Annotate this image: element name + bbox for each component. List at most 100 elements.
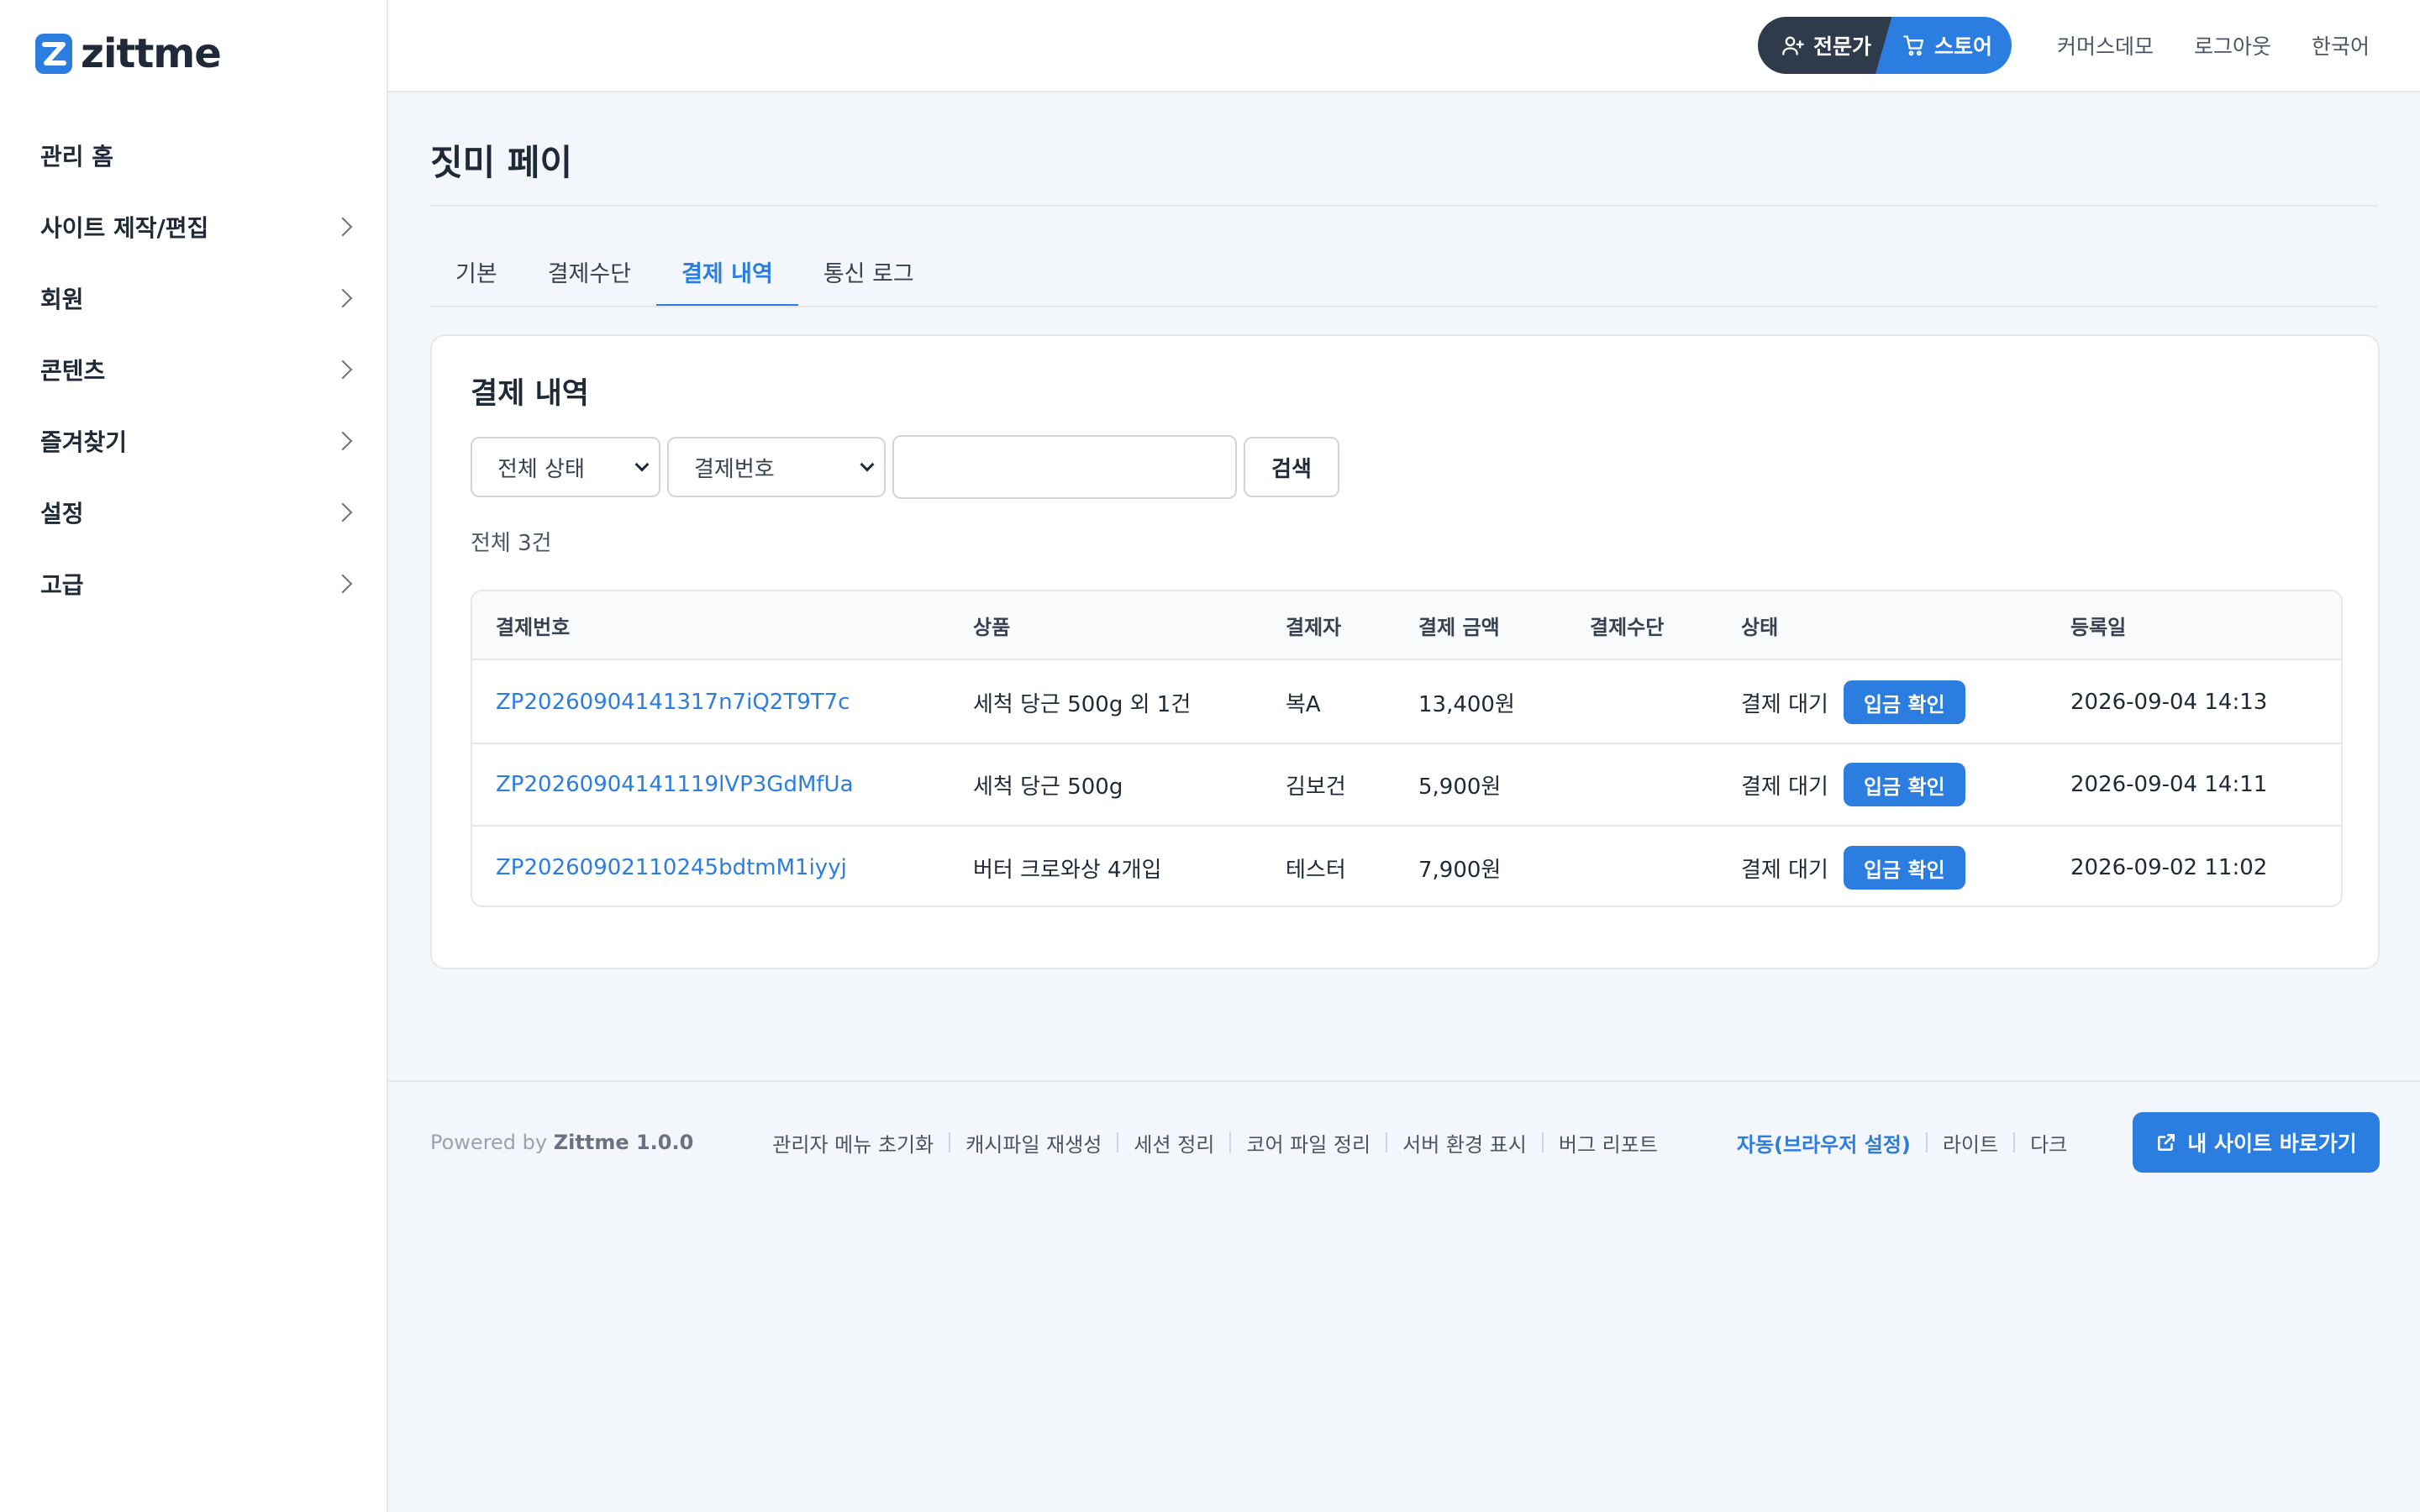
logout-link[interactable]: 로그아웃 xyxy=(2194,30,2271,60)
chevron-right-icon xyxy=(333,431,353,450)
expert-mode-button[interactable]: 전문가 xyxy=(1758,17,1892,74)
sidebar-item-label: 고급 xyxy=(40,570,84,599)
column-header[interactable]: 상품 xyxy=(973,591,1010,659)
visit-site-button[interactable]: 내 사이트 바로가기 xyxy=(2133,1112,2380,1173)
version-label: Zittme 1.0.0 xyxy=(553,1131,694,1154)
mode-toggle[interactable]: 전문가 스토어 xyxy=(1758,17,2012,74)
search-field-select-value: 결제번호 xyxy=(694,456,775,482)
visit-site-label: 내 사이트 바로가기 xyxy=(2187,1131,2357,1156)
sidebar-item-label: 설정 xyxy=(40,499,84,528)
footer-link[interactable]: 세션 정리 xyxy=(1134,1128,1214,1158)
confirm-deposit-button[interactable]: 입금 확인 xyxy=(1843,763,1965,806)
footer-links: 관리자 메뉴 초기화 캐시파일 재생성 세션 정리 코어 파일 정리 서버 환경 표시 버… xyxy=(772,1128,1658,1158)
page-title: 짓미 페이 xyxy=(430,142,573,183)
logo[interactable]: zittme xyxy=(34,30,222,77)
chevron-right-icon xyxy=(333,288,353,307)
search-button[interactable]: 검색 xyxy=(1244,437,1339,497)
chevron-right-icon xyxy=(333,360,353,379)
status-group: 결제 대기 입금 확인 xyxy=(1741,846,1965,890)
status-cell: 결제 대기 입금 확인 xyxy=(1741,662,1965,743)
theme-option[interactable]: 다크 xyxy=(2030,1128,2067,1158)
sidebar-item[interactable]: 즐겨찾기 xyxy=(0,405,387,476)
amount-cell: 5,900원 xyxy=(1418,774,1502,800)
search-input[interactable] xyxy=(892,435,1237,499)
tab[interactable]: 통신 로그 xyxy=(798,244,939,307)
confirm-deposit-button[interactable]: 입금 확인 xyxy=(1843,846,1965,890)
expert-mode-label: 전문가 xyxy=(1813,34,1872,59)
column-header[interactable]: 결제자 xyxy=(1286,591,1341,659)
payment-id-link[interactable]: ZP20260904141119lVP3GdMfUa xyxy=(496,772,854,797)
sidebar-item[interactable]: 설정 xyxy=(0,476,387,548)
payment-id-cell: ZP20260902110245bdtmM1iyyj xyxy=(496,827,847,906)
product-cell: 세척 당근 500g 외 1건 xyxy=(973,691,1192,717)
column-header[interactable]: 상태 xyxy=(1741,591,1778,659)
payment-id-link[interactable]: ZP20260904141317n7iQ2T9T7c xyxy=(496,690,850,715)
tab-bar: 기본 결제수단 결제 내역 통신 로그 xyxy=(430,244,939,307)
store-mode-button[interactable]: 스토어 xyxy=(1876,17,2012,74)
sidebar-item[interactable]: 고급 xyxy=(0,548,387,619)
user-plus-icon xyxy=(1782,36,1804,55)
footer-link[interactable]: 캐시파일 재생성 xyxy=(965,1128,1102,1158)
sidebar-item[interactable]: 회원 xyxy=(0,262,387,333)
sidebar-item[interactable]: 사이트 제작/편집 xyxy=(0,191,387,262)
filter-bar: 전체 상태 결제번호 검색 xyxy=(471,435,1339,499)
sidebar-item[interactable]: 관리 홈 xyxy=(0,119,387,191)
powered-by-prefix: Powered by xyxy=(430,1131,548,1154)
chevron-down-icon xyxy=(860,457,875,472)
theme-option[interactable]: 자동(브라우저 설정) xyxy=(1737,1128,1911,1158)
sidebar-item[interactable]: 콘텐츠 xyxy=(0,333,387,405)
sidebar: zittme 관리 홈사이트 제작/편집회원 콘텐츠즐겨찾기설정고급 xyxy=(0,0,388,1512)
commerce-demo-link[interactable]: 커머스데모 xyxy=(2057,30,2154,60)
sidebar-item-label: 즐겨찾기 xyxy=(40,428,128,456)
chevron-down-icon xyxy=(634,457,650,472)
table-row: ZP20260902110245bdtmM1iyyj 버터 크로와상 4개입 테스터… xyxy=(472,827,2341,906)
external-link-icon xyxy=(2158,1134,2175,1151)
product-cell: 세척 당근 500g xyxy=(973,774,1123,800)
table-row: ZP20260904141317n7iQ2T9T7c 세척 당근 500g 외 1… xyxy=(472,662,2341,744)
top-header: 전문가 스토어 커머스데모 로그아웃 한국어 xyxy=(388,0,2420,92)
footer-link[interactable]: 코어 파일 정리 xyxy=(1246,1128,1370,1158)
sidebar-item-label: 사이트 제작/편집 xyxy=(40,213,209,242)
divider xyxy=(1229,1132,1232,1152)
status-group: 결제 대기 입금 확인 xyxy=(1741,680,1965,724)
tab[interactable]: 결제 내역 xyxy=(656,244,798,307)
theme-option[interactable]: 라이트 xyxy=(1943,1128,1998,1158)
divider xyxy=(949,1132,951,1152)
status-text: 결제 대기 xyxy=(1741,774,1828,800)
status-cell: 결제 대기 입금 확인 xyxy=(1741,744,1965,825)
payer-cell: 복A xyxy=(1286,691,1321,717)
column-header[interactable]: 결제수단 xyxy=(1590,591,1664,659)
payer-cell: 김보건 xyxy=(1286,774,1346,800)
divider xyxy=(1925,1132,1928,1152)
theme-switcher: 자동(브라우저 설정) 라이트 다크 xyxy=(1737,1128,2067,1158)
status-select-value: 전체 상태 xyxy=(497,456,585,482)
confirm-deposit-button[interactable]: 입금 확인 xyxy=(1843,680,1965,724)
status-select[interactable]: 전체 상태 xyxy=(471,437,660,497)
footer-link[interactable]: 서버 환경 표시 xyxy=(1402,1128,1527,1158)
payment-id-link[interactable]: ZP20260902110245bdtmM1iyyj xyxy=(496,855,847,880)
store-mode-label: 스토어 xyxy=(1934,34,1993,59)
divider xyxy=(1117,1132,1119,1152)
column-header[interactable]: 등록일 xyxy=(2070,591,2126,659)
table-row: ZP20260904141119lVP3GdMfUa 세척 당근 500g 김보건 5… xyxy=(472,744,2341,827)
footer-link[interactable]: 관리자 메뉴 초기화 xyxy=(772,1128,934,1158)
search-field-select[interactable]: 결제번호 xyxy=(667,437,886,497)
sidebar-nav: 관리 홈사이트 제작/편집회원 콘텐츠즐겨찾기설정고급 xyxy=(0,119,387,619)
language-link[interactable]: 한국어 xyxy=(2312,30,2370,60)
divider xyxy=(1386,1132,1388,1152)
payer-cell: 테스터 xyxy=(1286,857,1346,883)
column-header[interactable]: 결제번호 xyxy=(496,591,570,659)
amount-cell: 13,400원 xyxy=(1418,691,1515,717)
tab[interactable]: 결제수단 xyxy=(523,244,656,307)
sidebar-item-label: 관리 홈 xyxy=(40,142,114,171)
tab[interactable]: 기본 xyxy=(430,244,523,307)
zittme-logo-icon xyxy=(35,34,72,74)
status-text: 결제 대기 xyxy=(1741,691,1828,717)
tabs-divider xyxy=(430,306,2378,307)
powered-by: Powered by Zittme 1.0.0 xyxy=(430,1131,693,1154)
divider xyxy=(1541,1132,1544,1152)
table-header-row: 결제번호 상품 결제자 결제 금액 결제수단 상태 등록일 xyxy=(472,591,2341,660)
footer-link[interactable]: 버그 리포트 xyxy=(1559,1128,1658,1158)
column-header[interactable]: 결제 금액 xyxy=(1418,591,1500,659)
date-cell: 2026-09-04 14:13 xyxy=(2070,690,2268,715)
